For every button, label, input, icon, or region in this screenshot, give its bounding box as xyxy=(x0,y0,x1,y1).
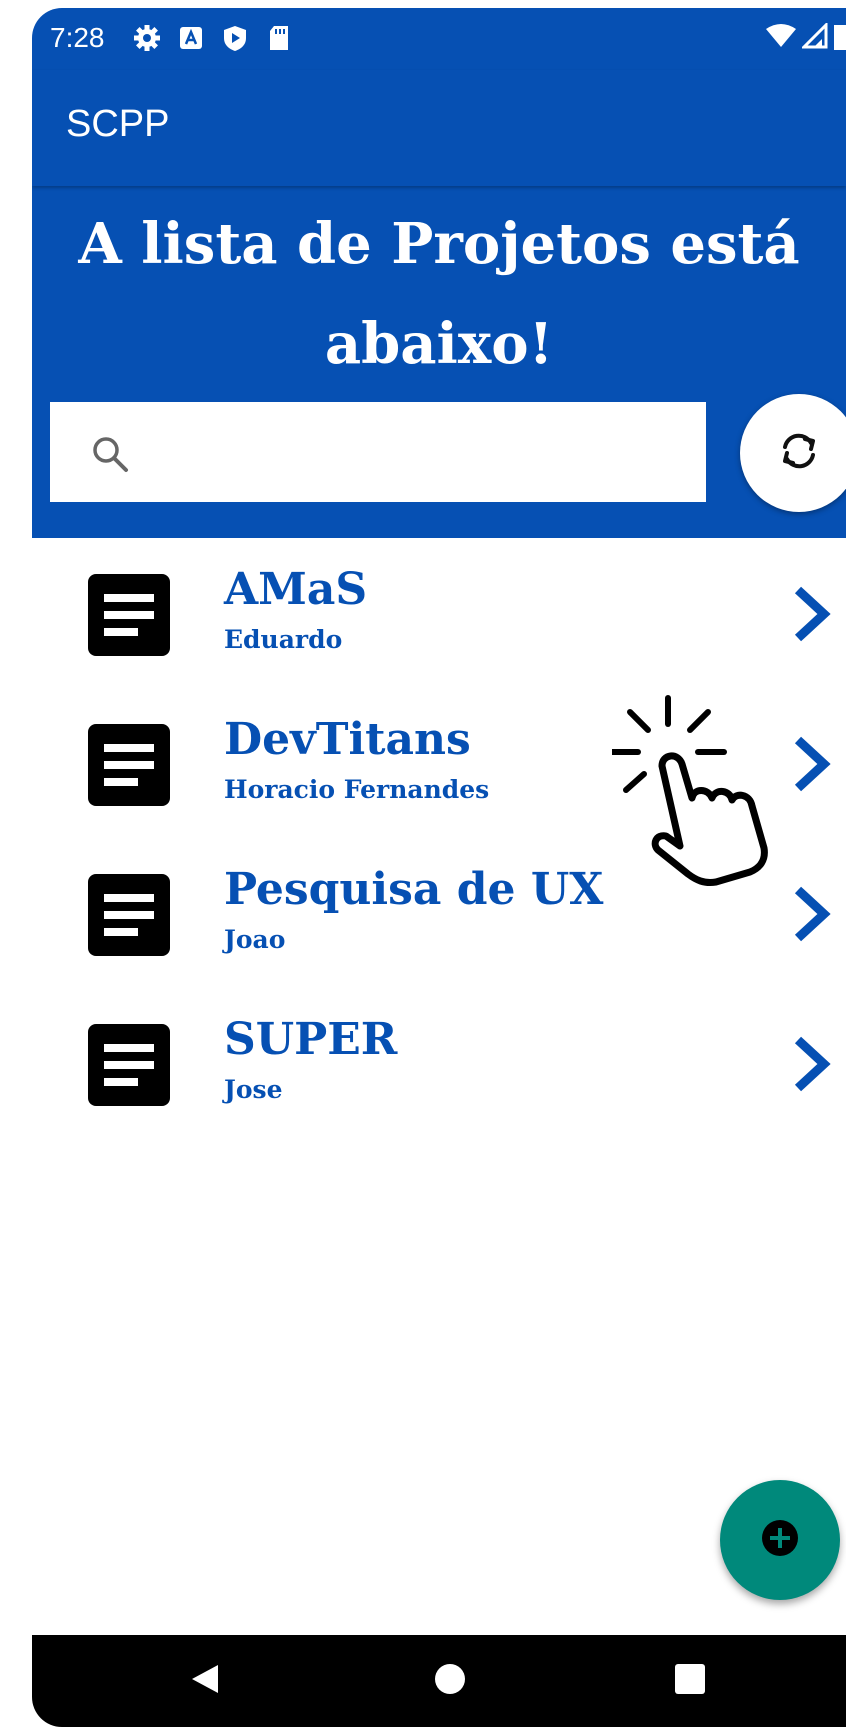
project-name: SUPER xyxy=(224,1014,398,1065)
project-owner: Jose xyxy=(224,1075,283,1104)
battery-icon xyxy=(834,22,846,54)
project-name: DevTitans xyxy=(224,714,471,765)
status-system-icons xyxy=(766,21,846,54)
chevron-right-icon[interactable] xyxy=(790,584,834,644)
back-button[interactable] xyxy=(182,1657,230,1705)
font-icon xyxy=(176,23,206,53)
home-button[interactable] xyxy=(426,1657,474,1705)
refresh-icon xyxy=(775,427,823,479)
back-icon xyxy=(188,1661,224,1701)
sd-card-icon xyxy=(264,23,294,53)
add-icon xyxy=(760,1518,800,1562)
document-icon xyxy=(88,874,170,956)
project-owner: Joao xyxy=(224,925,286,954)
status-bar: 7:28 xyxy=(32,8,846,70)
project-owner: Eduardo xyxy=(224,625,343,654)
app-bar: SCPP xyxy=(32,70,846,186)
phone-screen: 7:28 SCPP A lista de Projetos está abaix… xyxy=(32,8,846,1727)
search-input[interactable] xyxy=(150,426,684,480)
document-icon xyxy=(88,574,170,656)
chevron-right-icon[interactable] xyxy=(790,884,834,944)
project-item-amas[interactable]: AMaS Eduardo xyxy=(32,538,846,688)
shield-icon xyxy=(220,23,250,53)
header-section: A lista de Projetos está abaixo! xyxy=(32,186,846,538)
settings-icon xyxy=(132,23,162,53)
search-icon xyxy=(90,434,130,474)
status-notification-icons xyxy=(132,22,294,54)
page-title: A lista de Projetos está abaixo! xyxy=(78,211,800,377)
home-icon xyxy=(432,1661,468,1701)
recents-icon xyxy=(672,1661,708,1701)
document-icon xyxy=(88,1024,170,1106)
project-owner: Horacio Fernandes xyxy=(224,775,490,804)
add-project-button[interactable] xyxy=(720,1480,840,1600)
document-icon xyxy=(88,724,170,806)
project-name: Pesquisa de UX xyxy=(224,864,604,915)
project-item-pesquisa-de-ux[interactable]: Pesquisa de UX Joao xyxy=(32,838,846,988)
refresh-button[interactable] xyxy=(740,394,846,512)
navigation-bar xyxy=(32,1635,846,1727)
chevron-right-icon[interactable] xyxy=(790,1034,834,1094)
search-bar[interactable] xyxy=(50,402,706,502)
recents-button[interactable] xyxy=(666,1657,714,1705)
signal-icon xyxy=(800,21,828,53)
chevron-right-icon[interactable] xyxy=(790,734,834,794)
wifi-icon xyxy=(766,23,796,53)
status-time: 7:28 xyxy=(50,22,105,53)
project-name: AMaS xyxy=(224,564,368,615)
app-title: SCPP xyxy=(66,103,170,145)
project-item-super[interactable]: SUPER Jose xyxy=(32,988,846,1138)
project-item-devtitans[interactable]: DevTitans Horacio Fernandes xyxy=(32,688,846,838)
